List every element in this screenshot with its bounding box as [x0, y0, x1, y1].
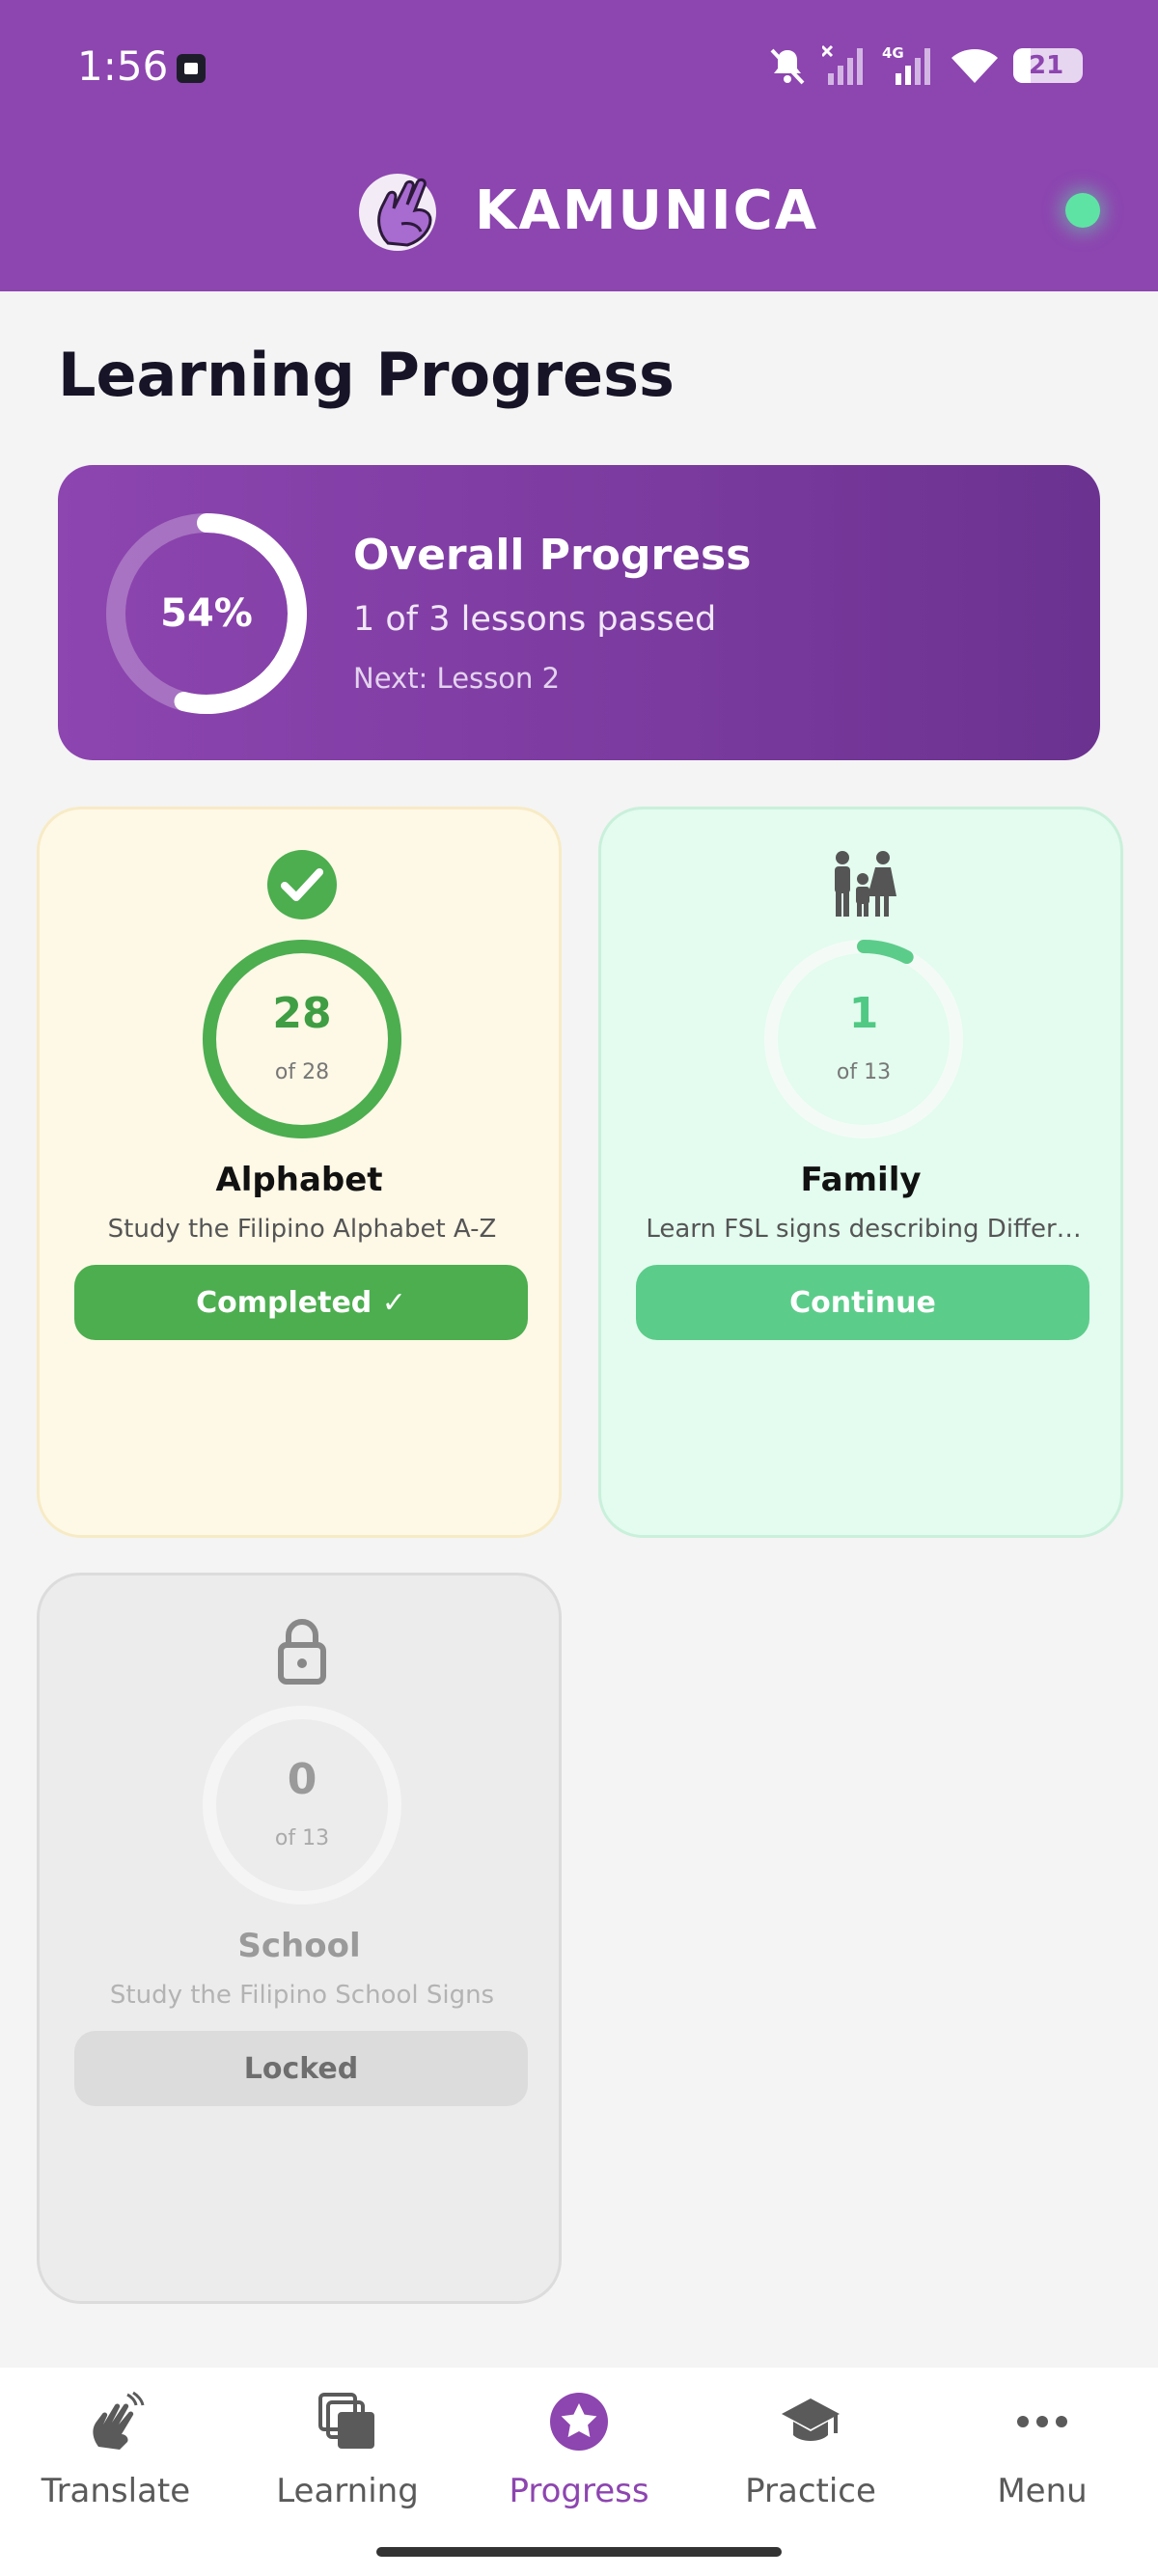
app-header: 1:56 4G 21 KAMUNICA	[0, 0, 1158, 291]
status-time: 1:56	[77, 42, 169, 90]
lesson-description: Study the Filipino School Signs	[109, 1981, 495, 2010]
screen-record-icon	[177, 54, 206, 83]
overall-next-lesson: Next: Lesson 2	[353, 662, 561, 695]
nav-label: Practice	[745, 2472, 876, 2510]
lesson-card-family[interactable]: 1 of 13 Family Learn FSL signs describin…	[598, 807, 1123, 1538]
lesson-count: 28	[272, 989, 332, 1038]
lesson-count: 0	[287, 1755, 317, 1804]
lesson-total: of 13	[274, 1826, 330, 1850]
nav-item-translate[interactable]: Translate	[0, 2387, 232, 2541]
battery-indicator: 21	[1013, 48, 1083, 83]
system-icons: 4G 21	[766, 42, 1083, 89]
svg-text:4G: 4G	[882, 44, 904, 62]
lesson-card-alphabet[interactable]: 28 of 28 Alphabet Study the Filipino Alp…	[37, 807, 562, 1538]
nav-label: Progress	[509, 2472, 649, 2510]
nav-label: Translate	[41, 2472, 191, 2510]
locked-button: Locked	[74, 2031, 528, 2106]
overall-title: Overall Progress	[353, 531, 752, 580]
star-badge-icon	[544, 2387, 614, 2456]
lesson-description: Learn FSL signs describing Differ…	[646, 1215, 1082, 1244]
overall-percent: 54%	[160, 591, 253, 636]
overall-progress-ring: 54%	[104, 511, 309, 716]
nav-item-practice[interactable]: Practice	[695, 2387, 926, 2541]
app-brand: KAMUNICA	[359, 162, 818, 259]
lesson-total: of 13	[836, 1060, 892, 1084]
battery-level: 21	[1029, 51, 1064, 80]
cards-icon	[313, 2387, 382, 2456]
signal-4g-icon: 4G	[882, 44, 930, 85]
nav-item-progress[interactable]: Progress	[463, 2387, 695, 2541]
nav-label: Learning	[276, 2472, 419, 2510]
signal-off-icon	[822, 44, 863, 85]
connection-status-dot	[1065, 193, 1100, 228]
nav-item-learning[interactable]: Learning	[232, 2387, 463, 2541]
page-title: Learning Progress	[58, 340, 675, 410]
lesson-total: of 28	[274, 1060, 330, 1084]
lesson-progress-ring: 1 of 13	[761, 937, 966, 1141]
lesson-title: Alphabet	[215, 1161, 383, 1199]
lesson-card-school: 0 of 13 School Study the Filipino School…	[37, 1573, 562, 2304]
lesson-title: Family	[800, 1161, 922, 1199]
completed-button[interactable]: Completed ✓	[74, 1265, 528, 1340]
nav-item-menu[interactable]: Menu	[926, 2387, 1158, 2541]
graduation-cap-icon	[776, 2387, 845, 2456]
lesson-progress-ring: 0 of 13	[200, 1703, 404, 1907]
bottom-nav: Translate Learning Progress Practice Men…	[0, 2368, 1158, 2576]
lesson-description: Study the Filipino Alphabet A-Z	[107, 1215, 497, 1244]
home-indicator[interactable]	[376, 2547, 782, 2557]
lesson-count: 1	[848, 989, 879, 1038]
app-logo	[359, 166, 448, 255]
continue-button[interactable]: Continue	[636, 1265, 1089, 1340]
lesson-title: School	[237, 1927, 361, 1965]
family-icon	[827, 848, 900, 921]
mute-icon	[770, 48, 805, 85]
lesson-progress-ring: 28 of 28	[200, 937, 404, 1141]
overall-progress-card: 54% Overall Progress 1 of 3 lessons pass…	[58, 465, 1100, 760]
nav-label: Menu	[997, 2472, 1088, 2510]
wifi-icon	[951, 49, 998, 83]
status-bar: 1:56 4G 21	[0, 0, 1158, 135]
lock-icon	[265, 1614, 339, 1687]
hand-wave-icon	[81, 2387, 151, 2456]
check-circle-icon	[265, 848, 339, 921]
app-name: KAMUNICA	[475, 178, 819, 242]
more-dots-icon	[1007, 2387, 1077, 2456]
overall-subtitle: 1 of 3 lessons passed	[353, 600, 717, 639]
